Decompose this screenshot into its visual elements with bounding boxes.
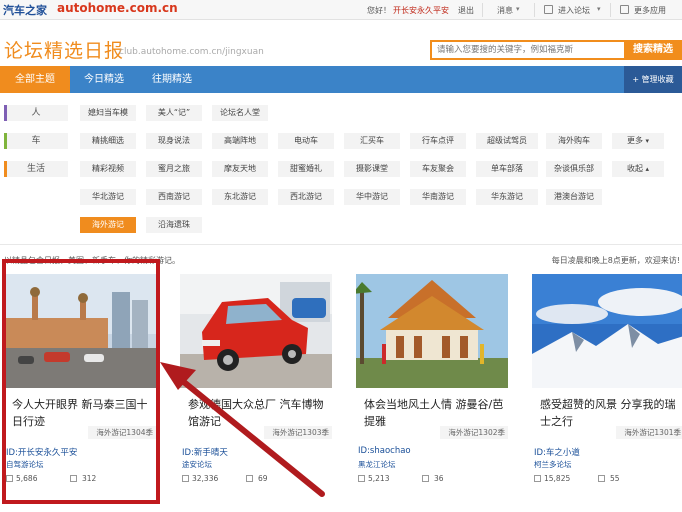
pointer-arrow [160,362,325,497]
